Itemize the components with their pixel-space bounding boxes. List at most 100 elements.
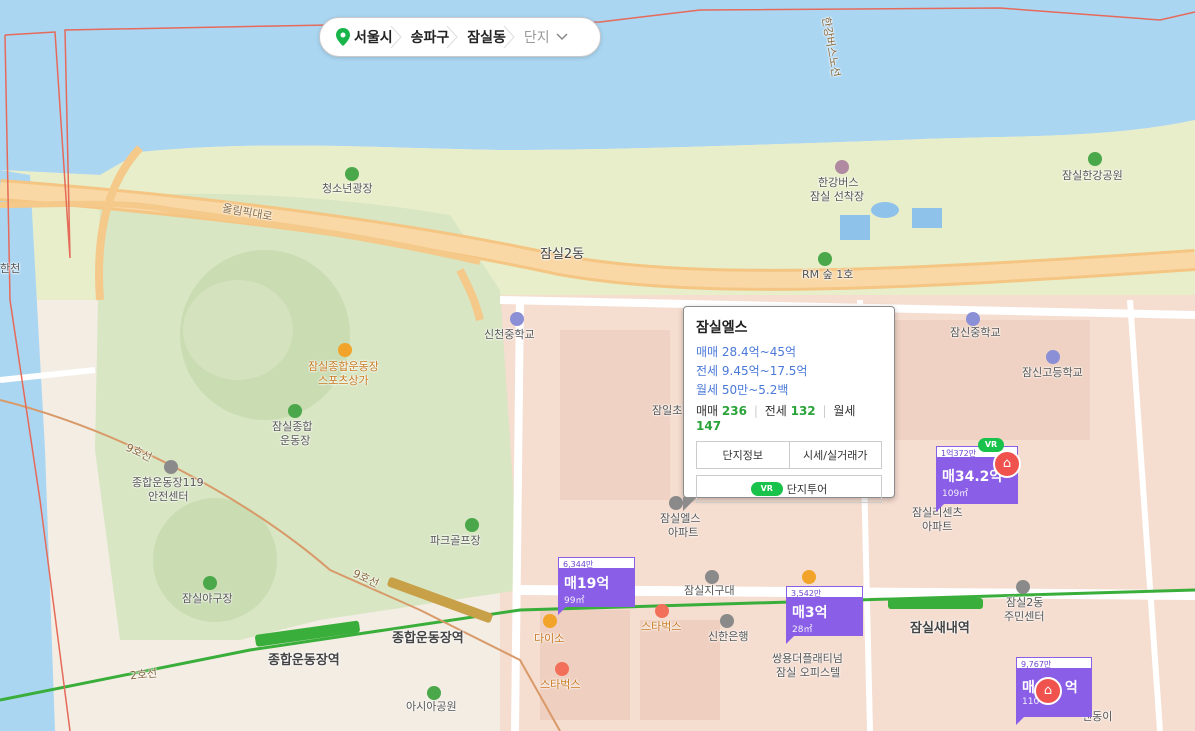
label-sports-station-line9: 종합운동장역 [392,631,464,646]
label-line2: 2호선 [129,666,158,683]
label-hangang-bus: 한강버스 [818,176,859,189]
store-icon [802,570,816,584]
label-jamsin-high: 잠신고등학교 [1022,366,1083,379]
bank-icon [720,614,734,628]
breadcrumb: 서울시 송파구 잠실동 단지 [319,17,601,57]
cafe-icon [555,662,569,676]
label-jamsil2dong-center: 잠실2동 [1006,596,1044,609]
label-starbucks-2: 스타벅스 [540,678,581,691]
chevron-right-icon [446,26,458,48]
marker-price-per-pyeong: 6,344만 [558,557,635,569]
store-icon [543,614,557,628]
new-listing-badge-icon[interactable]: ⌂ [993,450,1021,478]
label-sports-mall-2: 스포츠상가 [318,374,369,387]
jeonse-count: 132 [790,404,816,418]
label-jamsin-middle: 잠신중학교 [950,326,1001,339]
popup-title: 잠실엘스 [696,320,748,336]
marker-price-suffix: 억 [1064,680,1078,696]
community-center-icon [1016,580,1030,594]
label-jamsil2dong: 잠실2동 [540,247,585,262]
park-icon [1088,152,1102,166]
sale-count-label: 매매 [696,404,719,418]
label-youth-plaza: 청소년광장 [322,182,373,195]
complex-info-popup[interactable]: 잠실엘스 매매 28.4억~45억 전세 9.45억~17.5억 월세 50만~… [683,306,895,511]
baseball-icon [203,576,217,590]
price-marker[interactable]: 6,344만 매19억 99㎡ [558,557,635,615]
complex-tour-button[interactable]: VR 단지투어 [696,475,882,503]
school-icon [1046,350,1060,364]
school-icon [510,312,524,326]
label-left-edge: 한천 [0,262,21,275]
apartment-icon [669,496,683,510]
label-shinhan-bank: 신한은행 [708,630,749,643]
label-rm-forest: RM 숲 1호 [802,268,854,281]
complex-tour-label: 단지투어 [786,483,828,496]
label-sports-mall: 잠실종합운동장 [308,360,379,373]
label-sports-complex-2: 운동장 [280,434,311,447]
park-icon [818,252,832,266]
school-icon [966,312,980,326]
label-elsa-apt-2: 아파트 [668,526,699,539]
price-history-button[interactable]: 시세/실거래가 [788,442,882,468]
label-elsa-apt: 잠실엘스 [660,512,701,525]
label-jamil-elementary: 잠일초 [652,404,683,417]
breadcrumb-label: 단지 [523,30,550,46]
label-starbucks-1: 스타벅스 [641,620,682,633]
complex-info-button[interactable]: 단지정보 [697,442,789,468]
label-sports-complex: 잠실종합 [272,420,313,433]
park-icon [345,167,359,181]
sale-price-range: 매매 28.4억~45억 [696,345,797,359]
price-marker[interactable]: 3,542만 매3억 28㎡ [786,586,863,644]
label-asian-park: 아시아공원 [406,700,457,713]
ferry-icon [835,160,849,174]
label-safety-center-2: 안전센터 [148,490,189,503]
marker-area: 28㎡ [792,625,813,635]
safety-center-icon [164,460,178,474]
park-icon [427,686,441,700]
monthly-count: 147 [696,419,722,433]
chevron-right-icon [503,26,515,48]
marker-price-per-pyeong: 9,767만 [1016,657,1092,669]
label-lecents-apt-2: 아파트 [922,520,953,533]
jeonse-price-range: 전세 9.45억~17.5억 [696,364,808,378]
police-icon [705,570,719,584]
sale-count: 236 [721,404,747,418]
marker-area: 99㎡ [564,596,585,606]
breadcrumb-item-complex-dropdown[interactable]: 단지 [518,18,580,56]
chevron-right-icon [390,26,402,48]
stadium-icon [288,404,302,418]
new-listing-badge-icon[interactable]: ⌂ [1034,677,1062,705]
label-jamsil2dong-center-2: 주민센터 [1004,610,1045,623]
label-hangang-bus-stop: 잠실 선착장 [810,190,865,203]
marker-price: 매19억 [564,576,610,592]
label-safety-center: 종합운동장119 [132,476,204,489]
listing-counts: 매매 236 | 전세 132 | 월세 147 [696,404,856,433]
vr-icon: VR [978,438,1004,452]
location-pin-icon [336,28,350,46]
cafe-icon [655,604,669,618]
breadcrumb-item-district[interactable]: 송파구 [405,18,462,56]
label-daiso: 다이소 [534,632,565,645]
label-baseball: 잠실야구장 [182,592,233,605]
label-police-box: 잠실지구대 [684,584,735,597]
marker-price-prefix: 매 [1022,680,1035,696]
label-park-golf: 파크골프장 [430,534,481,547]
breadcrumb-item-dong[interactable]: 잠실동 [461,18,518,56]
monthly-count-label: 월세 [833,404,856,418]
label-ssangyong: 쌍용더플래티넘 [772,652,843,665]
chevron-down-icon [556,33,568,41]
popup-button-group: 단지정보 시세/실거래가 [696,441,882,469]
label-sports-station-line2: 종합운동장역 [268,653,340,668]
label-sincheon-middle: 신천중학교 [484,328,535,341]
label-jamsilsaenae-station: 잠실새내역 [910,621,970,636]
label-jamsil-hangang-park: 잠실한강공원 [1062,169,1123,182]
label-ssangyong-2: 잠실 오피스텔 [776,666,841,679]
breadcrumb-item-city[interactable]: 서울시 [334,18,405,56]
golf-icon [465,518,479,532]
marker-price: 매3억 [792,605,828,621]
marker-price-per-pyeong: 3,542만 [786,586,863,598]
shopping-icon [338,343,352,357]
monthly-price-range: 월세 50만~5.2백 [696,383,789,397]
jeonse-count-label: 전세 [764,404,787,418]
marker-area: 109㎡ [942,489,969,499]
